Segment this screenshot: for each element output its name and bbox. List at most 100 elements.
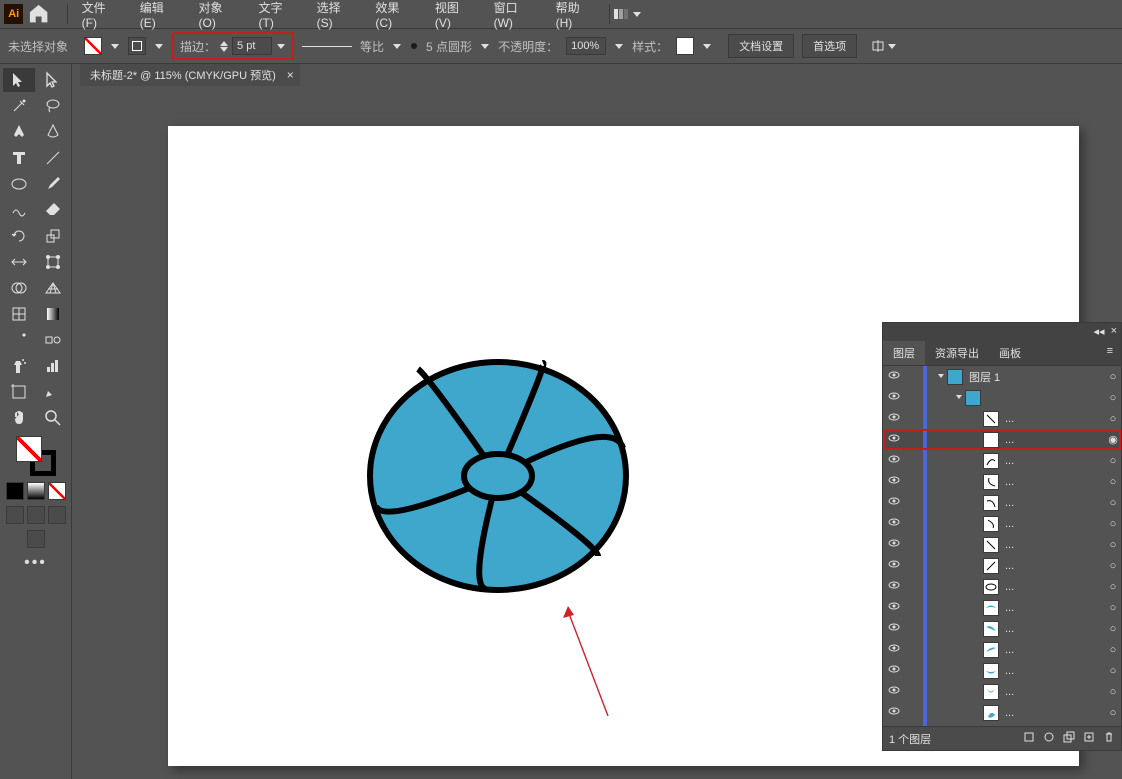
menu-help[interactable]: 帮助(H) [546, 0, 605, 30]
target-icon[interactable]: ○ [1105, 413, 1121, 425]
layer-name[interactable]: ... [1003, 707, 1105, 719]
visibility-toggle[interactable] [883, 495, 905, 510]
layer-name[interactable]: ... [1003, 497, 1105, 509]
stroke-dropdown[interactable] [154, 41, 164, 51]
visibility-toggle[interactable] [883, 474, 905, 489]
visibility-toggle[interactable] [883, 369, 905, 384]
pen-tool[interactable] [3, 120, 35, 144]
width-tool[interactable] [3, 250, 35, 274]
layer-item[interactable]: ...○ [883, 618, 1121, 639]
layer-name[interactable]: 图层 1 [967, 369, 1105, 385]
layer-item[interactable]: ...○ [883, 597, 1121, 618]
layer-name[interactable]: ... [1003, 455, 1105, 467]
line-tool[interactable] [37, 146, 69, 170]
workspace-switcher[interactable] [614, 9, 642, 19]
panel-menu-icon[interactable]: ≡ [1099, 341, 1121, 365]
disclosure-toggle[interactable] [953, 392, 965, 404]
fill-dropdown[interactable] [110, 41, 120, 51]
layer-name[interactable]: ... [1003, 602, 1105, 614]
layer-name[interactable]: ... [1003, 623, 1105, 635]
layer-name[interactable]: ... [1003, 665, 1105, 677]
blend-tool[interactable] [37, 328, 69, 352]
target-icon[interactable]: ○ [1105, 581, 1121, 593]
stroke-weight-dropdown[interactable] [276, 41, 286, 51]
color-mode-gradient[interactable] [27, 482, 45, 500]
screen-mode[interactable] [27, 530, 45, 548]
layer-item[interactable]: ...○ [883, 408, 1121, 429]
slice-tool[interactable] [37, 380, 69, 404]
target-icon[interactable]: ○ [1105, 518, 1121, 530]
layer-name[interactable]: ... [1003, 560, 1105, 572]
magic-wand-tool[interactable] [3, 94, 35, 118]
target-icon[interactable]: ○ [1105, 686, 1121, 698]
layer-item[interactable]: ...○ [883, 492, 1121, 513]
target-icon[interactable]: ○ [1105, 644, 1121, 656]
layer-group[interactable]: ○ [883, 387, 1121, 408]
target-icon[interactable]: ○ [1105, 602, 1121, 614]
gradient-tool[interactable] [37, 302, 69, 326]
rotate-tool[interactable] [3, 224, 35, 248]
scale-tool[interactable] [37, 224, 69, 248]
fill-color-swatch[interactable] [16, 436, 42, 462]
layer-item[interactable]: ...○ [883, 702, 1121, 723]
layer-item[interactable]: ...○ [883, 660, 1121, 681]
visibility-toggle[interactable] [883, 390, 905, 405]
layer-item[interactable]: ...○ [883, 450, 1121, 471]
target-icon[interactable]: ○ [1105, 623, 1121, 635]
document-tab[interactable]: 未标题-2* @ 115% (CMYK/GPU 预览) × [80, 64, 300, 86]
locate-object-icon[interactable] [1023, 731, 1035, 746]
delete-layer-icon[interactable] [1103, 731, 1115, 746]
lasso-tool[interactable] [37, 94, 69, 118]
layer-item[interactable]: ...○ [883, 681, 1121, 702]
document-setup-button[interactable]: 文档设置 [728, 34, 794, 58]
layer-item[interactable]: ...◉ [883, 429, 1121, 450]
panel-collapse-icon[interactable]: ◂◂ [1094, 325, 1105, 339]
artboard-tool[interactable] [3, 380, 35, 404]
layer-root[interactable]: 图层 1 ○ [883, 366, 1121, 387]
free-transform-tool[interactable] [37, 250, 69, 274]
target-icon[interactable]: ○ [1105, 392, 1121, 404]
home-button[interactable] [27, 2, 50, 26]
visibility-toggle[interactable] [883, 705, 905, 720]
layer-name[interactable]: ... [1003, 413, 1105, 425]
target-icon[interactable]: ○ [1105, 371, 1121, 383]
visibility-toggle[interactable] [883, 600, 905, 615]
layer-name[interactable]: ... [1003, 581, 1105, 593]
hand-tool[interactable] [3, 406, 35, 430]
menu-window[interactable]: 窗口(W) [484, 0, 546, 30]
symbol-sprayer-tool[interactable] [3, 354, 35, 378]
layer-name[interactable]: ... [1003, 686, 1105, 698]
layer-item[interactable]: ...○ [883, 576, 1121, 597]
draw-behind[interactable] [27, 506, 45, 524]
document-tab-close[interactable]: × [287, 68, 294, 82]
stroke-weight-input[interactable] [232, 37, 272, 55]
shaper-tool[interactable] [3, 198, 35, 222]
target-icon[interactable]: ○ [1105, 560, 1121, 572]
visibility-toggle[interactable] [883, 663, 905, 678]
layer-name[interactable]: ... [1003, 518, 1105, 530]
fill-stroke-indicator[interactable] [16, 436, 56, 476]
tab-layers[interactable]: 图层 [883, 341, 925, 365]
shape-builder-tool[interactable] [3, 276, 35, 300]
stroke-profile-swatch[interactable] [302, 46, 352, 47]
color-mode-solid[interactable] [6, 482, 24, 500]
column-graph-tool[interactable] [37, 354, 69, 378]
layer-item[interactable]: ...○ [883, 513, 1121, 534]
visibility-toggle[interactable] [883, 432, 905, 447]
target-icon[interactable]: ○ [1105, 707, 1121, 719]
preferences-button[interactable]: 首选项 [802, 34, 857, 58]
layer-item[interactable]: ...○ [883, 534, 1121, 555]
layer-item[interactable]: ...○ [883, 471, 1121, 492]
target-icon[interactable]: ○ [1105, 455, 1121, 467]
direct-selection-tool[interactable] [37, 68, 69, 92]
menu-effect[interactable]: 效果(C) [365, 0, 424, 30]
style-swatch[interactable] [676, 37, 694, 55]
fill-swatch[interactable] [84, 37, 102, 55]
target-icon[interactable]: ◉ [1105, 433, 1121, 446]
target-icon[interactable]: ○ [1105, 476, 1121, 488]
mesh-tool[interactable] [3, 302, 35, 326]
draw-normal[interactable] [6, 506, 24, 524]
layer-name[interactable]: ... [1003, 539, 1105, 551]
type-tool[interactable] [3, 146, 35, 170]
make-clipping-mask-icon[interactable] [1043, 731, 1055, 746]
